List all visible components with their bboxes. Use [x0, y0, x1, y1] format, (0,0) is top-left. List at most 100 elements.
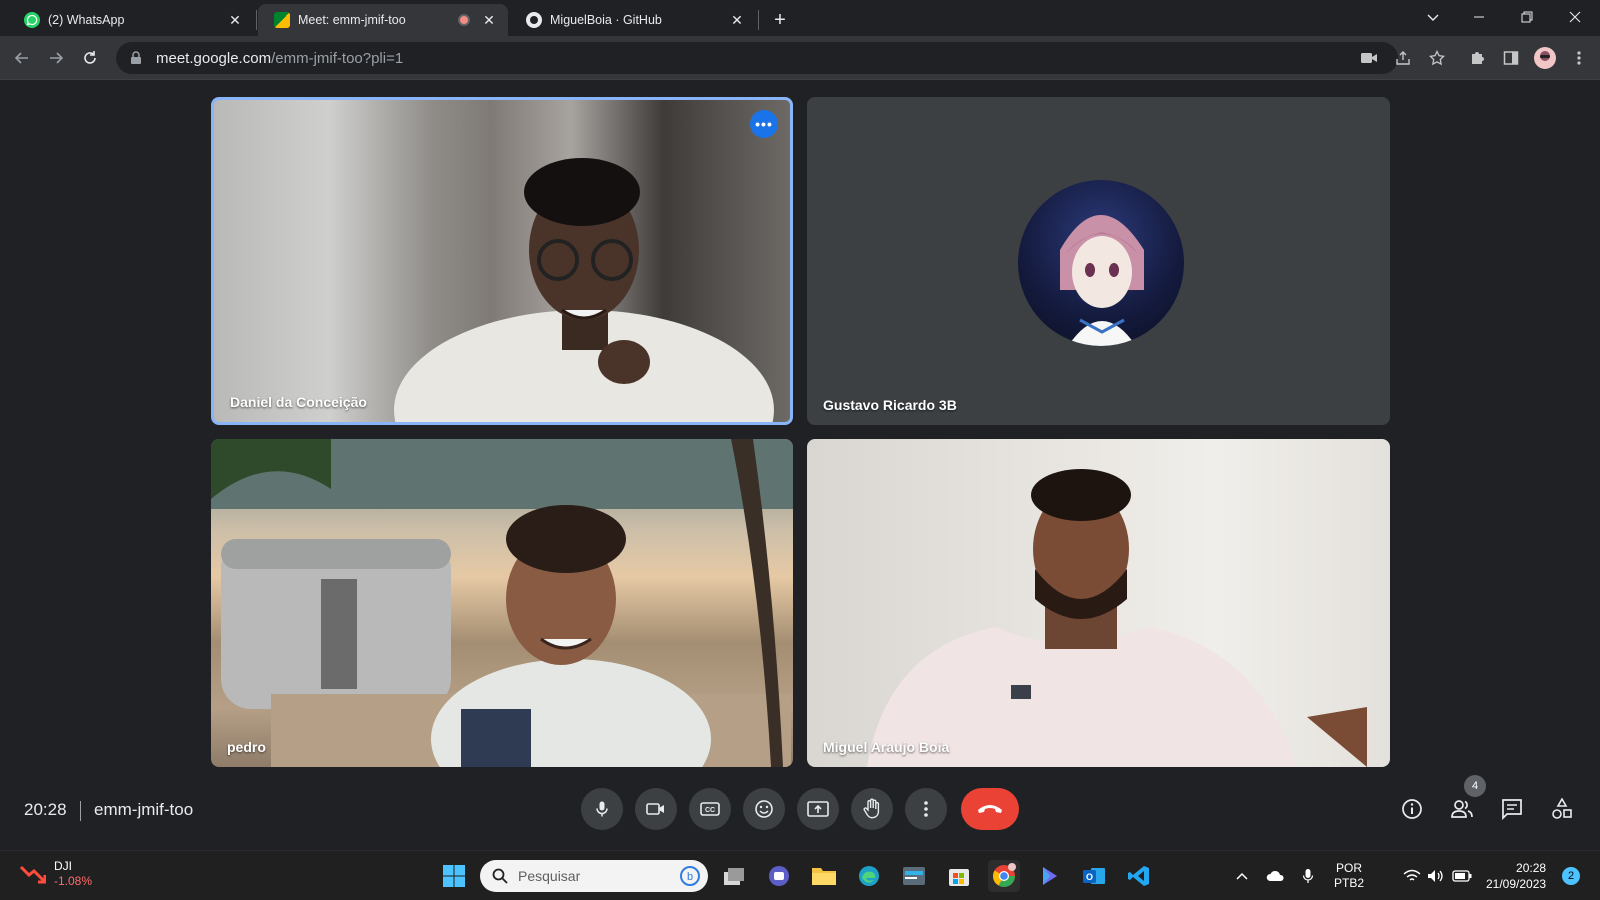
start-button[interactable]	[438, 860, 470, 892]
participant-tile[interactable]: Gustavo Ricardo 3B	[807, 97, 1390, 425]
microphone-button[interactable]	[581, 788, 623, 830]
microphone-icon	[596, 801, 608, 817]
call-controls-bar: 20:28 emm-jmif-too CC	[0, 778, 1600, 850]
chrome-menu-icon[interactable]	[1564, 42, 1594, 74]
vscode-icon[interactable]	[1123, 860, 1155, 892]
forward-arrow-icon[interactable]	[42, 44, 70, 72]
closed-captions-icon: CC	[700, 802, 720, 816]
lock-icon[interactable]	[130, 51, 144, 65]
bookmark-star-icon[interactable]	[1422, 42, 1452, 74]
svg-text:b: b	[687, 871, 693, 883]
profile-avatar[interactable]	[1530, 42, 1560, 74]
video-camera-icon	[646, 803, 664, 815]
tab-title: Meet: emm-jmif-too	[298, 13, 406, 27]
more-options-button[interactable]	[905, 788, 947, 830]
restore-icon[interactable]	[1504, 0, 1550, 34]
tab-divider	[758, 10, 759, 30]
participant-tile[interactable]: Miguel Araujo Boia	[807, 439, 1390, 767]
google-meet-icon	[274, 12, 290, 28]
side-panel-icon[interactable]	[1496, 42, 1526, 74]
tab-divider	[256, 10, 257, 30]
taskbar-search[interactable]: Pesquisar b	[480, 860, 708, 892]
edge-browser-icon[interactable]	[853, 860, 885, 892]
volume-icon[interactable]	[1424, 851, 1448, 900]
participant-video	[394, 158, 774, 422]
teams-chat-icon[interactable]	[763, 860, 795, 892]
browser-toolbar: meet.google.com/emm-jmif-too?pli=1	[0, 36, 1600, 80]
meeting-code: emm-jmif-too	[94, 800, 194, 819]
leave-call-button[interactable]	[961, 788, 1019, 830]
notification-badge[interactable]: 2	[1562, 867, 1580, 885]
taskbar-clock[interactable]: 20:28 21/09/2023	[1486, 860, 1546, 892]
svg-text:O: O	[1086, 872, 1093, 882]
show-hidden-icons-chevron-icon[interactable]	[1230, 851, 1254, 900]
extensions-puzzle-icon[interactable]	[1462, 42, 1492, 74]
reload-icon[interactable]	[76, 44, 104, 72]
wifi-icon[interactable]	[1400, 851, 1424, 900]
meeting-details-button[interactable]	[1391, 788, 1433, 830]
reactions-button[interactable]	[743, 788, 785, 830]
microphone-in-use-icon[interactable]	[1296, 851, 1320, 900]
copilot-icon[interactable]	[1033, 860, 1065, 892]
url-host: meet.google.com	[156, 49, 272, 67]
battery-icon[interactable]	[1448, 851, 1476, 900]
address-bar[interactable]: meet.google.com/emm-jmif-too?pli=1	[116, 42, 1398, 74]
search-icon	[492, 868, 508, 884]
participant-count-badge: 4	[1464, 775, 1486, 797]
outlook-icon[interactable]: O	[1078, 860, 1110, 892]
tab-close-icon[interactable]: ✕	[728, 11, 746, 29]
raise-hand-button[interactable]	[851, 788, 893, 830]
language-indicator[interactable]: POR PTB2	[1326, 851, 1372, 900]
whatsapp-icon	[24, 12, 40, 28]
github-icon	[526, 12, 542, 28]
participant-tile[interactable]: pedro	[211, 439, 793, 767]
participant-video	[211, 439, 793, 767]
stock-widget[interactable]: DJI -1.08%	[20, 859, 92, 889]
task-view-icon[interactable]	[718, 860, 750, 892]
recording-indicator-icon	[458, 14, 470, 26]
microsoft-store-icon[interactable]	[943, 860, 975, 892]
activities-button[interactable]	[1541, 788, 1583, 830]
windows-taskbar: DJI -1.08% Pesquisar b O POR PTB2 20:28 …	[0, 850, 1600, 900]
tab-close-icon[interactable]: ✕	[480, 11, 498, 29]
tab-close-icon[interactable]: ✕	[226, 11, 244, 29]
terminal-app-icon[interactable]	[898, 860, 930, 892]
participant-video	[867, 469, 1367, 767]
windows-logo-icon	[443, 865, 465, 887]
url-path: /emm-jmif-too?pli=1	[271, 49, 404, 67]
tab-whatsapp[interactable]: (2) WhatsApp ✕	[8, 4, 254, 36]
bing-icon: b	[680, 866, 700, 886]
camera-in-use-icon[interactable]	[1354, 42, 1384, 74]
chrome-taskbar-icon[interactable]	[988, 860, 1020, 892]
close-window-icon[interactable]	[1552, 0, 1598, 34]
minimize-icon[interactable]	[1456, 0, 1502, 34]
avatar	[1018, 180, 1184, 346]
stock-trend-down-icon	[20, 865, 46, 884]
participant-tile[interactable]: ••• Daniel da Conceição	[211, 97, 793, 425]
chat-button[interactable]	[1491, 788, 1533, 830]
tab-search-chevron-icon[interactable]	[1410, 0, 1456, 34]
onedrive-cloud-icon[interactable]	[1262, 851, 1290, 900]
hang-up-icon	[978, 805, 1002, 813]
activities-shapes-icon	[1552, 798, 1572, 819]
meeting-time: 20:28	[24, 800, 67, 819]
captions-button[interactable]: CC	[689, 788, 731, 830]
share-icon[interactable]	[1388, 42, 1418, 74]
present-screen-button[interactable]	[797, 788, 839, 830]
participant-name: Miguel Araujo Boia	[823, 739, 950, 755]
back-arrow-icon[interactable]	[8, 44, 36, 72]
tab-meet[interactable]: Meet: emm-jmif-too ✕	[258, 4, 508, 36]
file-explorer-icon[interactable]	[808, 860, 840, 892]
clock-time: 20:28	[1516, 861, 1547, 875]
more-vertical-icon	[924, 801, 928, 817]
tab-github[interactable]: MiguelBoia · GitHub ✕	[510, 4, 756, 36]
stock-change: -1.08%	[54, 874, 93, 888]
participant-name: Daniel da Conceição	[230, 394, 367, 410]
stock-name: DJI	[54, 859, 72, 873]
emoji-icon	[755, 800, 773, 818]
new-tab-icon[interactable]: +	[766, 6, 794, 34]
tile-more-options-icon[interactable]: •••	[750, 110, 778, 138]
camera-button[interactable]	[635, 788, 677, 830]
svg-text:CC: CC	[705, 807, 715, 814]
participant-name: pedro	[227, 739, 266, 755]
